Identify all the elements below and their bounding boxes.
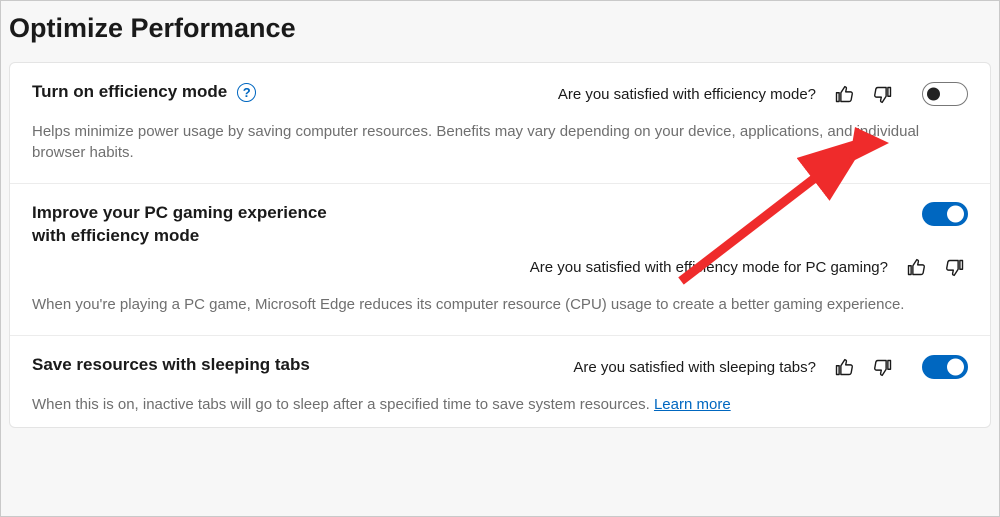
help-icon[interactable]: ?	[237, 83, 256, 102]
setting-pc-gaming-efficiency: Improve your PC gaming experience with e…	[10, 184, 990, 336]
thumb-up-icon[interactable]	[902, 254, 928, 280]
thumb-down-icon[interactable]	[870, 81, 896, 107]
setting-efficiency-mode: Turn on efficiency mode ? Are you satisf…	[10, 63, 990, 184]
thumb-up-icon[interactable]	[830, 81, 856, 107]
thumb-up-icon[interactable]	[830, 354, 856, 380]
setting-title: Improve your PC gaming experience with e…	[32, 202, 352, 248]
feedback-question: Are you satisfied with sleeping tabs?	[573, 359, 816, 376]
setting-description: Helps minimize power usage by saving com…	[32, 121, 952, 163]
setting-sleeping-tabs: Save resources with sleeping tabs Are yo…	[10, 336, 990, 427]
feedback-question: Are you satisfied with efficiency mode?	[558, 86, 816, 103]
setting-title: Turn on efficiency mode	[32, 81, 227, 104]
settings-card: Turn on efficiency mode ? Are you satisf…	[9, 62, 991, 428]
page-title: Optimize Performance	[9, 13, 991, 44]
thumb-down-icon[interactable]	[942, 254, 968, 280]
toggle-efficiency-mode[interactable]	[922, 82, 968, 106]
toggle-sleeping-tabs[interactable]	[922, 355, 968, 379]
setting-title: Save resources with sleeping tabs	[32, 354, 310, 377]
learn-more-link[interactable]: Learn more	[654, 396, 731, 413]
setting-description: When this is on, inactive tabs will go t…	[32, 394, 952, 415]
feedback-question: Are you satisfied with efficiency mode f…	[530, 259, 888, 276]
toggle-pc-gaming[interactable]	[922, 202, 968, 226]
thumb-down-icon[interactable]	[870, 354, 896, 380]
setting-description: When you're playing a PC game, Microsoft…	[32, 294, 952, 315]
